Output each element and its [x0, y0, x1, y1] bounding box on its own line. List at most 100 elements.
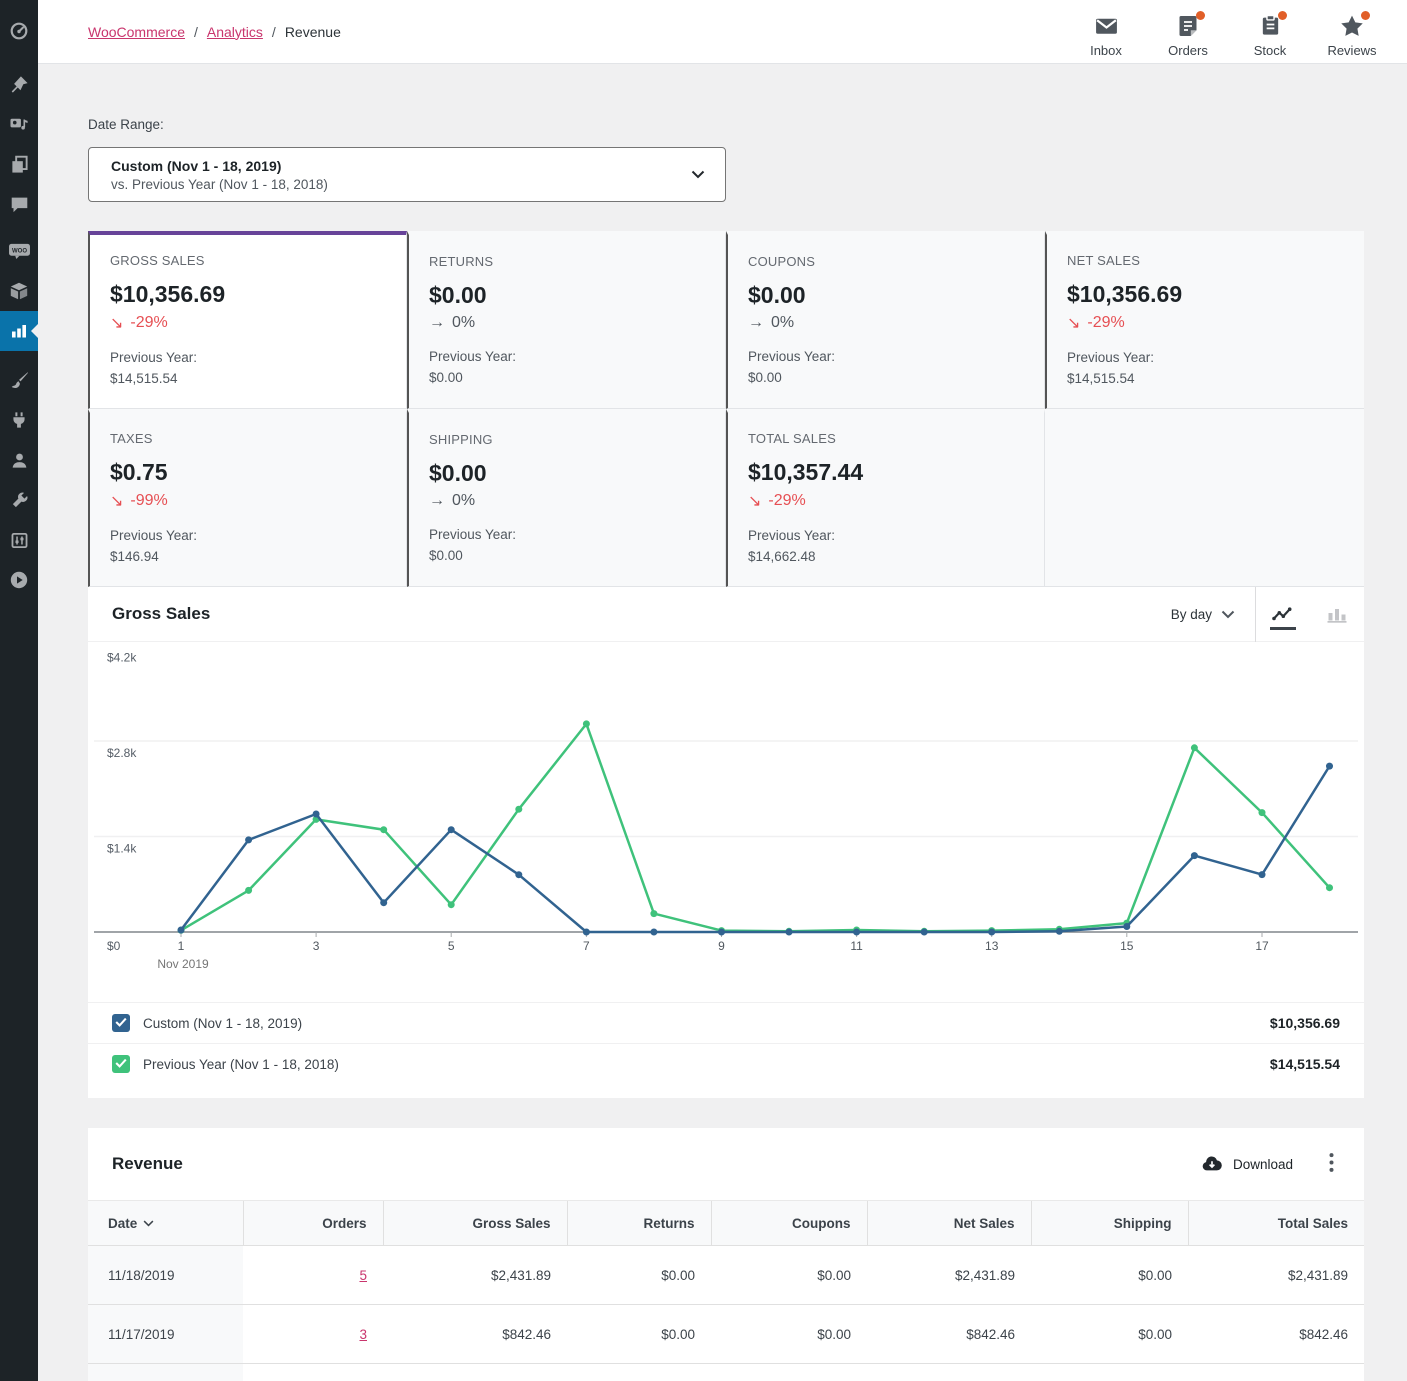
legend-item-previous-year-nov-1-18-2018[interactable]: Previous Year (Nov 1 - 18, 2018) $14,515.…	[88, 1043, 1364, 1084]
trend-flat-arrow: →	[429, 314, 445, 332]
summary-card-total-sales[interactable]: TOTAL SALES $10,357.44 ↘ -29% Previous Year:…	[726, 409, 1045, 587]
sidebar-item-dashboard[interactable]	[0, 11, 38, 51]
card-label: TOTAL SALES	[748, 431, 836, 447]
card-value: $10,356.69	[1067, 281, 1183, 308]
table-row: 11/17/2019 3 $842.46 $0.00 $0.00 $842.46 $0.00…	[88, 1304, 1364, 1364]
legend-label: Custom (Nov 1 - 18, 2019)	[143, 1015, 303, 1031]
gross-sales-line-chart: $0$1.4k$2.8k$4.2k1 3 5 7 9 11 13 15 17Nov 2019	[94, 651, 1358, 971]
revenue-table: Date Orders Gross Sales Returns Coupons Net S…	[88, 1200, 1364, 1381]
sidebar-item-settings[interactable]	[0, 520, 38, 560]
more-options-button[interactable]	[1323, 1149, 1340, 1179]
orders-count-link[interactable]: 3	[359, 1327, 367, 1342]
activity-button-reviews[interactable]: Reviews	[1311, 6, 1393, 58]
summary-card-gross-sales[interactable]: GROSS SALES $10,356.69 ↘ -29% Previous Year:…	[88, 231, 407, 409]
chart-header: Gross Sales By day	[88, 586, 1364, 642]
column-header-coupons[interactable]: Coupons	[710, 1200, 867, 1246]
card-previous-value: Previous Year: $0.00	[429, 349, 517, 385]
chart-controls: By day	[1151, 586, 1364, 642]
card-previous-value: Previous Year: $14,515.54	[110, 350, 198, 386]
date-range-text: Custom (Nov 1 - 18, 2019) vs. Previous Y…	[111, 158, 328, 192]
interval-label: By day	[1170, 606, 1212, 622]
svg-text:7: 7	[583, 939, 590, 953]
breadcrumb-link-analytics[interactable]: Analytics	[207, 24, 263, 40]
cell-orders: 5	[243, 1245, 383, 1305]
summary-card-shipping[interactable]: SHIPPING $0.00 → 0% Previous Year: $0.00	[407, 409, 726, 587]
column-header-shipping[interactable]: Shipping	[1030, 1200, 1188, 1246]
svg-text:$4.2k: $4.2k	[107, 651, 137, 665]
card-label: SHIPPING	[429, 432, 493, 448]
checked-checkbox[interactable]	[112, 1014, 130, 1032]
activity-button-orders[interactable]: Orders	[1147, 6, 1229, 58]
date-range-label: Date Range:	[88, 117, 164, 132]
summary-card-taxes[interactable]: TAXES $0.75 ↘ -99% Previous Year: $146.94	[88, 409, 407, 587]
column-header-returns[interactable]: Returns	[566, 1200, 711, 1246]
svg-text:13: 13	[985, 939, 999, 953]
summary-card-net-sales[interactable]: NET SALES $10,356.69 ↘ -29% Previous Year: $1…	[1045, 231, 1364, 409]
sidebar-item-pages[interactable]	[0, 144, 38, 184]
cell-returns: $0.00	[567, 1304, 711, 1364]
column-header-date[interactable]: Date	[88, 1200, 243, 1246]
cell-date: 11/18/2019	[88, 1245, 243, 1305]
cell-net-sales: $842.46	[867, 1304, 1031, 1364]
activity-button-inbox[interactable]: Inbox	[1065, 6, 1147, 58]
bar-chart-toggle[interactable]	[1310, 587, 1364, 642]
sidebar-item-media[interactable]	[0, 104, 38, 144]
cell-total-sales: $842.46	[1188, 1304, 1364, 1364]
card-value: $0.00	[429, 460, 487, 487]
column-header-net-sales[interactable]: Net Sales	[866, 1200, 1031, 1246]
table-actions: Download	[1195, 1149, 1340, 1179]
sidebar-item-tools[interactable]	[0, 480, 38, 520]
summary-card-empty	[1045, 409, 1364, 587]
svg-text:$1.4k: $1.4k	[107, 842, 137, 856]
revenue-table-panel: Revenue Download Date Orders Gross Sales Re…	[88, 1128, 1364, 1381]
column-header-orders[interactable]: Orders	[242, 1200, 383, 1246]
cell-coupons	[711, 1363, 867, 1381]
line-chart-toggle[interactable]	[1256, 587, 1310, 642]
chart-plot-area[interactable]: $0 $1.4k $2.8k $4.2k 1 3 5 7 9 11 13 15 17 Nov 2019	[88, 642, 1364, 1002]
card-label: TAXES	[110, 431, 153, 447]
sidebar-item-plugins[interactable]	[0, 400, 38, 440]
cell-date: 11/17/2019	[88, 1304, 243, 1364]
trend-flat-arrow: →	[429, 492, 445, 510]
sidebar-item-woocommerce[interactable]: WOO	[0, 231, 38, 271]
orders-count-link[interactable]: 5	[359, 1268, 367, 1283]
bars-icon	[1325, 605, 1349, 623]
admin-sidebar: WOO	[0, 0, 38, 1381]
summary-card-returns[interactable]: RETURNS $0.00 → 0% Previous Year: $0.00	[407, 231, 726, 409]
sidebar-item-appearance[interactable]	[0, 360, 38, 400]
topbar: WooCommerce / Analytics / Revenue Inbox Order…	[38, 0, 1407, 64]
svg-text:WOO: WOO	[12, 248, 27, 254]
activity-button-stock[interactable]: Stock	[1229, 6, 1311, 58]
table-row: 11/18/2019 5 $2,431.89 $0.00 $0.00 $2,431.89 $…	[88, 1245, 1364, 1305]
box-icon	[9, 281, 29, 301]
breadcrumb-separator: /	[194, 23, 198, 40]
download-button[interactable]: Download	[1195, 1152, 1299, 1176]
play-icon	[9, 570, 29, 590]
breadcrumb-link-woocommerce[interactable]: WooCommerce	[88, 24, 185, 40]
comment-icon	[10, 195, 29, 214]
trend-down-arrow: ↘	[110, 315, 124, 333]
column-header-gross-sales[interactable]: Gross Sales	[382, 1200, 567, 1246]
interval-select[interactable]: By day	[1151, 587, 1255, 642]
content: Date Range: Custom (Nov 1 - 18, 2019) vs…	[38, 64, 1407, 1381]
checked-checkbox[interactable]	[112, 1055, 130, 1073]
paintbrush-icon	[10, 371, 29, 390]
bar-chart-icon	[9, 321, 29, 341]
svg-text:$0: $0	[107, 939, 121, 953]
sidebar-item-users[interactable]	[0, 440, 38, 480]
sidebar-item-posts[interactable]	[0, 64, 38, 104]
summary-cards: GROSS SALES $10,356.69 ↘ -29% Previous Year:…	[88, 231, 1364, 587]
column-header-total-sales[interactable]: Total Sales	[1187, 1200, 1364, 1246]
pages-icon	[10, 155, 29, 174]
summary-card-coupons[interactable]: COUPONS $0.00 → 0% Previous Year: $0.00	[726, 231, 1045, 409]
legend-item-custom-nov-1-18-2019[interactable]: Custom (Nov 1 - 18, 2019) $10,356.69	[88, 1002, 1364, 1043]
sidebar-item-video[interactable]	[0, 560, 38, 600]
sidebar-item-products[interactable]	[0, 271, 38, 311]
date-range-select[interactable]: Custom (Nov 1 - 18, 2019) vs. Previous Y…	[88, 147, 726, 202]
sidebar-item-analytics[interactable]	[0, 311, 38, 351]
chart-panel: Gross Sales By day $0 $1.4k $2.8k $4.2k 1 3 5 7…	[88, 586, 1364, 1098]
activity-panel: Inbox Orders Stock Reviews	[1065, 6, 1393, 58]
cell-shipping	[1031, 1363, 1188, 1381]
sidebar-item-comments[interactable]	[0, 184, 38, 224]
svg-text:15: 15	[1120, 939, 1134, 953]
